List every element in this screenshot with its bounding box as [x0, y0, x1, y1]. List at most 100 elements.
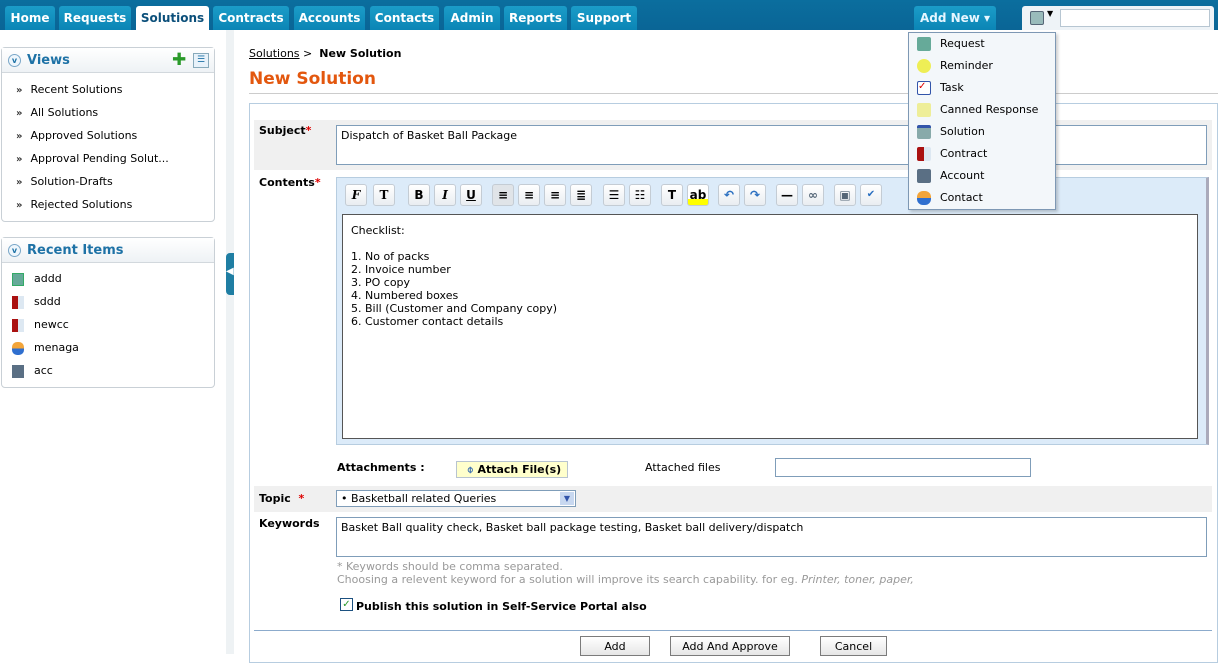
menu-item-contact[interactable]: Contact	[909, 187, 1055, 209]
subject-label: Subject*	[259, 124, 312, 137]
search-input[interactable]	[1060, 9, 1210, 27]
keywords-help: Choosing a relevent keyword for a soluti…	[337, 573, 914, 586]
tab-admin[interactable]: Admin	[444, 6, 500, 30]
view-item[interactable]: » Solution-Drafts	[16, 175, 113, 188]
tab-accounts[interactable]: Accounts	[294, 6, 365, 30]
search-area: ▼	[1022, 6, 1214, 30]
tab-contracts[interactable]: Contracts	[213, 6, 289, 30]
topic-select[interactable]: • Basketball related Queries ▼	[336, 490, 576, 507]
tab-solutions[interactable]: Solutions	[136, 6, 209, 30]
recent-item[interactable]: newcc	[12, 318, 69, 332]
breadcrumb: Solutions > New Solution	[249, 47, 402, 60]
publish-label: Publish this solution in Self-Service Po…	[356, 600, 647, 613]
topic-label: Topic *	[259, 492, 305, 505]
reminder-icon	[917, 59, 931, 73]
menu-item-reminder[interactable]: Reminder	[909, 55, 1055, 77]
keywords-label: Keywords	[259, 517, 320, 530]
request-icon	[917, 37, 931, 51]
view-item[interactable]: » Approved Solutions	[16, 129, 137, 142]
bullet-list-button[interactable]: ☷	[629, 184, 651, 206]
chevron-down-icon: ▼	[560, 492, 574, 505]
view-item[interactable]: » Recent Solutions	[16, 83, 123, 96]
recent-item[interactable]: menaga	[12, 341, 79, 355]
collapse-icon[interactable]: v	[8, 54, 21, 67]
view-item[interactable]: » Approval Pending Solut...	[16, 152, 169, 165]
align-center-button[interactable]: ≡	[518, 184, 540, 206]
menu-item-account[interactable]: Account	[909, 165, 1055, 187]
collapse-sidebar-handle[interactable]: ◀	[226, 253, 234, 295]
contract-icon	[12, 318, 24, 332]
align-right-button[interactable]: ≡	[544, 184, 566, 206]
add-view-icon[interactable]: ✚	[172, 48, 186, 73]
chevron-down-icon[interactable]: ▼	[1047, 9, 1053, 18]
highlight-button[interactable]: ab	[687, 184, 709, 206]
request-icon	[12, 272, 24, 286]
solution-icon	[917, 125, 931, 139]
keywords-input[interactable]: Basket Ball quality check, Basket ball p…	[336, 517, 1207, 557]
add-button[interactable]: Add	[580, 636, 650, 656]
view-item[interactable]: » All Solutions	[16, 106, 98, 119]
tab-reports[interactable]: Reports	[504, 6, 567, 30]
page-title: New Solution	[249, 69, 376, 89]
paperclip-icon: ⌽	[467, 463, 474, 476]
cancel-button[interactable]: Cancel	[820, 636, 887, 656]
views-title: Views	[27, 53, 70, 68]
menu-item-task[interactable]: ✓ Task	[909, 77, 1055, 99]
add-and-approve-button[interactable]: Add And Approve	[670, 636, 790, 656]
image-button[interactable]: ▣	[834, 184, 856, 206]
views-header: v Views ✚ ☰	[2, 48, 214, 73]
tab-contacts[interactable]: Contacts	[370, 6, 439, 30]
align-left-button[interactable]: ≡	[492, 184, 514, 206]
attached-files-label: Attached files	[645, 461, 721, 474]
recent-item[interactable]: sddd	[12, 295, 61, 309]
font-size-button[interactable]: T	[373, 184, 395, 206]
menu-item-solution[interactable]: Solution	[909, 121, 1055, 143]
redo-button[interactable]: ↷	[744, 184, 766, 206]
tab-support[interactable]: Support	[571, 6, 637, 30]
canned-response-icon	[917, 103, 931, 117]
spellcheck-button[interactable]: ✔	[860, 184, 882, 206]
underline-button[interactable]: U	[460, 184, 482, 206]
keywords-hint: * Keywords should be comma separated.	[337, 560, 563, 573]
justify-button[interactable]: ≣	[570, 184, 592, 206]
view-item[interactable]: » Rejected Solutions	[16, 198, 132, 211]
numbered-list-button[interactable]: ☰	[603, 184, 625, 206]
add-new-menu: Request Reminder ✓ Task Canned Response S…	[908, 32, 1056, 210]
search-scope-icon[interactable]	[1030, 11, 1044, 25]
attach-files-button[interactable]: ⌽ Attach File(s)	[456, 461, 568, 478]
breadcrumb-current: New Solution	[319, 47, 402, 60]
recent-items-panel: v Recent Items addd sddd newcc menaga ac…	[1, 237, 215, 388]
menu-item-contract[interactable]: Contract	[909, 143, 1055, 165]
recent-item[interactable]: addd	[12, 272, 62, 286]
link-button[interactable]: ∞	[802, 184, 824, 206]
attached-files-field	[775, 458, 1031, 477]
menu-item-request[interactable]: Request	[909, 33, 1055, 55]
account-icon	[917, 169, 931, 183]
add-new-button[interactable]: Add New ▾	[914, 6, 996, 30]
attachments-label: Attachments :	[337, 461, 425, 474]
views-panel: v Views ✚ ☰ » Recent Solutions » All Solut…	[1, 47, 215, 222]
contents-textarea[interactable]: Checklist: 1. No of packs 2. Invoice numb…	[342, 214, 1198, 439]
italic-button[interactable]: I	[434, 184, 456, 206]
breadcrumb-solutions-link[interactable]: Solutions	[249, 47, 300, 60]
menu-item-canned-response[interactable]: Canned Response	[909, 99, 1055, 121]
publish-checkbox[interactable]: ✓	[340, 598, 353, 611]
bold-button[interactable]: B	[408, 184, 430, 206]
horizontal-rule-button[interactable]: —	[776, 184, 798, 206]
contract-icon	[12, 295, 24, 309]
sidebar-splitter[interactable]	[226, 30, 234, 654]
tab-home[interactable]: Home	[5, 6, 55, 30]
chevron-left-icon: ◀	[226, 266, 234, 277]
recent-item[interactable]: acc	[12, 364, 53, 378]
text-color-button[interactable]: T	[661, 184, 683, 206]
collapse-icon[interactable]: v	[8, 244, 21, 257]
contents-label: Contents*	[259, 176, 321, 189]
account-icon	[12, 364, 24, 378]
undo-button[interactable]: ↶	[718, 184, 740, 206]
tab-requests[interactable]: Requests	[59, 6, 131, 30]
task-icon: ✓	[917, 81, 931, 95]
font-family-button[interactable]: F	[345, 184, 367, 206]
list-icon[interactable]: ☰	[193, 53, 209, 68]
subject-input[interactable]: Dispatch of Basket Ball Package	[336, 125, 1207, 165]
divider	[254, 630, 1212, 631]
